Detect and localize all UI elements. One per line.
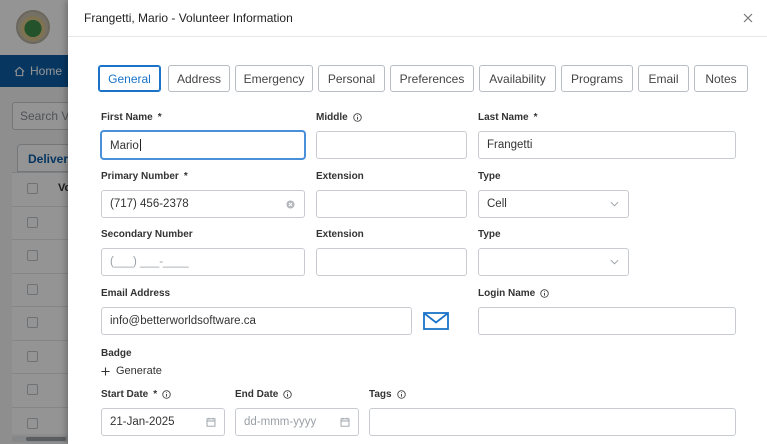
primary-number-label: Primary Number * [101,171,188,182]
last-name-label: Last Name * [478,112,537,123]
badge-label: Badge [101,348,132,359]
end-date-label-text: End Date [235,389,279,400]
first-name-value: Mario [110,139,139,152]
calendar-icon [340,417,349,427]
extension-label: Extension [316,171,364,182]
type-select[interactable]: Cell [478,190,629,218]
start-date-label: Start Date * [101,389,171,400]
type-value: Cell [487,198,507,210]
end-date-input[interactable]: dd-mmm-yyyy [235,408,359,436]
close-button[interactable] [739,9,757,27]
info-icon[interactable] [540,289,549,298]
envelope-icon [423,312,449,330]
required-marker: * [153,389,158,400]
required-marker: * [183,171,188,182]
type-label: Type [478,171,501,182]
calendar-icon [206,417,215,427]
required-marker: * [533,112,538,123]
login-name-label: Login Name [478,288,549,299]
required-marker: * [157,112,162,123]
secondary-number-label: Secondary Number [101,229,193,240]
primary-number-label-text: Primary Number [101,171,179,182]
tab-notes[interactable]: Notes [694,65,748,92]
extension-input[interactable] [316,190,467,218]
tags-label: Tags [369,389,406,400]
tab-personal[interactable]: Personal [318,65,385,92]
plus-icon [101,366,110,376]
start-date-label-text: Start Date [101,389,149,400]
tab-programs[interactable]: Programs [561,65,633,92]
email-address-label: Email Address [101,288,171,299]
tab-preferences[interactable]: Preferences [390,65,474,92]
dialog-title: Frangetti, Mario - Volunteer Information [84,11,293,25]
last-name-label-text: Last Name [478,112,529,123]
start-date-input[interactable]: 21-Jan-2025 [101,408,225,436]
info-icon[interactable] [396,390,406,399]
tags-label-text: Tags [369,389,392,400]
middle-label: Middle [316,112,362,123]
email-value: info@betterworldsoftware.ca [110,315,256,327]
type-select-2[interactable] [478,248,629,276]
info-icon[interactable] [283,390,293,399]
primary-number-input[interactable]: (717) 456-2378 [101,190,305,218]
end-date-label: End Date [235,389,293,400]
middle-name-input[interactable] [316,131,467,159]
first-name-label-text: First Name [101,112,153,123]
generate-badge-button[interactable]: Generate [101,365,162,377]
email-input[interactable]: info@betterworldsoftware.ca [101,307,412,335]
tab-emergency[interactable]: Emergency [235,65,313,92]
text-caret [139,138,141,151]
tab-email[interactable]: Email [638,65,689,92]
generate-label: Generate [116,365,162,377]
end-date-placeholder: dd-mmm-yyyy [244,416,317,428]
first-name-label: First Name * [101,112,162,123]
primary-number-value: (717) 456-2378 [110,198,189,210]
tab-address[interactable]: Address [168,65,230,92]
last-name-input[interactable]: Frangetti [478,131,736,159]
start-date-value: 21-Jan-2025 [110,416,175,428]
extension-input-2[interactable] [316,248,467,276]
send-email-button[interactable] [423,311,449,333]
login-name-label-text: Login Name [478,288,536,299]
secondary-number-input[interactable]: (___) ___-____ [101,248,305,276]
middle-label-text: Middle [316,112,348,123]
calendar-button[interactable] [205,417,216,428]
volunteer-info-dialog: Frangetti, Mario - Volunteer Information… [68,0,767,444]
clear-icon [286,199,295,209]
chevron-down-icon [610,201,619,207]
close-icon [743,13,753,23]
info-icon[interactable] [162,390,171,399]
type-label-2: Type [478,229,501,240]
tags-input[interactable] [369,408,736,436]
last-name-value: Frangetti [487,139,533,151]
tab-general[interactable]: General [98,65,161,92]
extension-label-2: Extension [316,229,364,240]
dialog-header: Frangetti, Mario - Volunteer Information [68,0,767,37]
info-icon[interactable] [352,113,362,122]
calendar-button[interactable] [339,417,350,428]
first-name-input[interactable]: Mario [101,131,305,159]
login-name-input[interactable] [478,307,736,335]
tab-availability[interactable]: Availability [479,65,556,92]
chevron-down-icon [610,259,619,265]
clear-button[interactable] [285,199,296,210]
secondary-number-placeholder: (___) ___-____ [110,256,189,268]
